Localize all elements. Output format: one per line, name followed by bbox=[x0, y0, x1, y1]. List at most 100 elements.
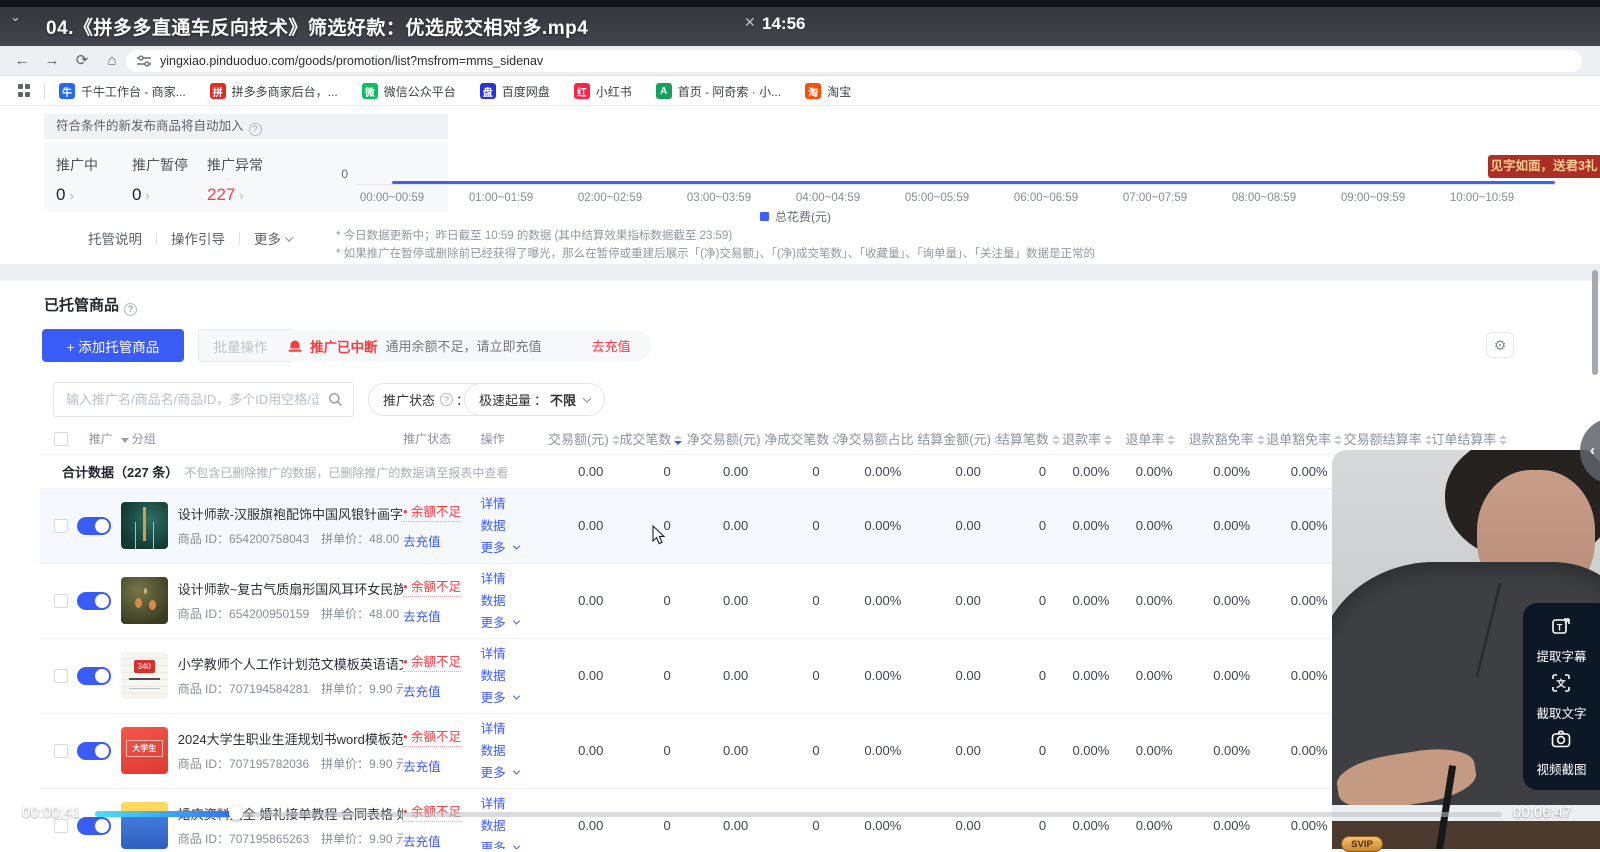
bookmark-item[interactable]: A首页 - 阿奇索 · 小... bbox=[656, 83, 781, 100]
scrollbar-thumb[interactable] bbox=[1592, 270, 1598, 375]
search-input[interactable] bbox=[54, 383, 353, 416]
promotion-toggle[interactable] bbox=[77, 817, 111, 835]
product-thumbnail[interactable] bbox=[121, 802, 168, 849]
recharge-link[interactable]: 去充值 bbox=[403, 681, 481, 700]
row-checkbox[interactable] bbox=[54, 669, 68, 683]
more-link[interactable]: 更多 bbox=[481, 537, 548, 559]
bookmark-item[interactable]: 盘百度网盘 bbox=[480, 83, 550, 100]
quick-link-0[interactable]: 托管说明 bbox=[88, 228, 142, 248]
sort-icon[interactable] bbox=[1257, 435, 1265, 445]
sort-icon[interactable] bbox=[1425, 435, 1432, 445]
product-name[interactable]: 小学教师个人工作计划范文模板英语语文数学... bbox=[178, 654, 403, 673]
row-checkbox[interactable] bbox=[54, 744, 68, 758]
apps-grid-icon[interactable] bbox=[18, 84, 32, 98]
product-name[interactable]: 设计师款-汉服旗袍配饰中国风银针画字耳坠镶...✎ bbox=[178, 504, 403, 523]
data-link[interactable]: 数据 bbox=[481, 815, 548, 837]
product-name[interactable]: 设计师款~复古气质扇形国风耳环女民族风耳饰... bbox=[178, 579, 403, 598]
promotion-toggle[interactable] bbox=[77, 742, 111, 760]
video-progress-handle[interactable] bbox=[229, 806, 243, 820]
stat-value[interactable]: 227› bbox=[207, 185, 263, 205]
metric-header-交易额(元)[interactable]: 交易额(元) bbox=[548, 424, 619, 454]
tool-提取字幕[interactable]: T提取字幕 bbox=[1536, 615, 1586, 665]
bookmark-item[interactable]: 淘淘宝 bbox=[805, 83, 851, 100]
sort-icon[interactable] bbox=[1167, 435, 1175, 445]
more-link[interactable]: 更多 bbox=[481, 837, 548, 849]
video-progress-track[interactable] bbox=[95, 812, 1502, 817]
data-link[interactable]: 数据 bbox=[481, 515, 548, 537]
metric-header-净成交笔数[interactable]: 净成交笔数 bbox=[764, 424, 835, 454]
bookmark-item[interactable]: 微微信公众平台 bbox=[362, 83, 456, 100]
stat-推广异常[interactable]: 推广异常227› bbox=[207, 155, 263, 205]
select-all-checkbox[interactable] bbox=[54, 432, 68, 446]
recharge-link[interactable]: 去充值 bbox=[403, 831, 481, 849]
forward-icon[interactable]: → bbox=[42, 51, 62, 71]
more-link[interactable]: 更多 bbox=[481, 762, 548, 784]
site-controls-icon[interactable] bbox=[137, 55, 151, 67]
reload-icon[interactable]: ⟳ bbox=[72, 51, 92, 71]
product-thumbnail[interactable] bbox=[121, 727, 168, 774]
stat-推广中[interactable]: 推广中0› bbox=[56, 155, 98, 205]
product-thumbnail[interactable] bbox=[121, 502, 168, 549]
metric-header-退单率[interactable]: 退单率 bbox=[1125, 424, 1188, 454]
search-icon[interactable] bbox=[328, 392, 343, 407]
metric-header-净交易额占比[interactable]: 净交易额占比 bbox=[836, 424, 918, 454]
sort-icon[interactable] bbox=[1334, 435, 1342, 445]
add-managed-goods-button[interactable]: + 添加托管商品 bbox=[42, 329, 184, 362]
recharge-link[interactable]: 去充值 bbox=[403, 531, 481, 550]
metric-header-退单豁免率[interactable]: 退单豁免率 bbox=[1266, 424, 1344, 454]
detail-link[interactable]: 详情 bbox=[481, 493, 548, 515]
sort-icon[interactable] bbox=[674, 435, 682, 445]
metric-header-成交笔数[interactable]: 成交笔数 bbox=[619, 424, 686, 454]
help-icon[interactable]: ? bbox=[249, 123, 262, 136]
sort-icon[interactable] bbox=[612, 435, 620, 445]
detail-link[interactable]: 详情 bbox=[481, 643, 548, 665]
chevron-down-icon[interactable]: ⌄ bbox=[10, 9, 21, 25]
more-link[interactable]: 更多 bbox=[481, 612, 548, 634]
row-checkbox[interactable] bbox=[54, 594, 68, 608]
stat-推广暂停[interactable]: 推广暂停0› bbox=[132, 155, 188, 205]
sort-icon[interactable] bbox=[1104, 435, 1112, 445]
stat-value[interactable]: 0› bbox=[132, 185, 188, 205]
filter-speed-boost[interactable]: 极速起量：不限 bbox=[464, 383, 605, 416]
row-checkbox[interactable] bbox=[54, 519, 68, 533]
data-link[interactable]: 数据 bbox=[481, 740, 548, 762]
chart-legend[interactable]: 总花费(元) bbox=[760, 208, 831, 225]
quick-link-1[interactable]: 操作引导 bbox=[171, 228, 225, 248]
promotion-group-header[interactable]: 推广分组 bbox=[77, 424, 403, 454]
tab-close-icon[interactable]: ✕ bbox=[744, 14, 756, 31]
back-icon[interactable]: ← bbox=[12, 51, 32, 71]
product-thumbnail[interactable] bbox=[121, 652, 168, 699]
product-thumbnail[interactable] bbox=[121, 577, 168, 624]
metric-header-退款豁免率[interactable]: 退款豁免率 bbox=[1189, 424, 1267, 454]
data-link[interactable]: 数据 bbox=[481, 665, 548, 687]
metric-header-结算金额(元)[interactable]: 结算金额(元) bbox=[917, 424, 997, 454]
gear-icon[interactable]: ⚙ bbox=[1486, 332, 1514, 358]
promotion-toggle[interactable] bbox=[77, 667, 111, 685]
bookmark-item[interactable]: 红小红书 bbox=[574, 83, 632, 100]
address-bar[interactable]: yingxiao.pinduoduo.com/goods/promotion/l… bbox=[126, 50, 1582, 72]
quick-link-2[interactable]: 更多 bbox=[254, 228, 292, 248]
metric-header-净交易额(元)[interactable]: 净交易额(元) bbox=[687, 424, 765, 454]
filter-funnel-icon[interactable] bbox=[121, 438, 129, 443]
metric-header-退款率[interactable]: 退款率 bbox=[1062, 424, 1125, 454]
stat-value[interactable]: 0› bbox=[56, 185, 98, 205]
promo-banner[interactable]: 见字如面，送君3礼 bbox=[1488, 155, 1600, 178]
more-link[interactable]: 更多 bbox=[481, 687, 548, 709]
bookmark-item[interactable]: 拼拼多多商家后台，... bbox=[210, 83, 338, 100]
tool-截取文字[interactable]: 文截取文字 bbox=[1536, 672, 1586, 722]
product-name[interactable]: 2024大学生职业生涯规划书word模板范文工作... bbox=[178, 729, 403, 748]
metric-header-结算笔数[interactable]: 结算笔数 bbox=[997, 424, 1062, 454]
help-icon[interactable]: ? bbox=[124, 303, 137, 316]
tool-视频截图[interactable]: 视频截图 bbox=[1536, 728, 1586, 778]
promotion-toggle[interactable] bbox=[77, 592, 111, 610]
data-link[interactable]: 数据 bbox=[481, 590, 548, 612]
recharge-link[interactable]: 去充值 bbox=[592, 336, 631, 355]
sort-icon[interactable] bbox=[1499, 435, 1507, 445]
detail-link[interactable]: 详情 bbox=[481, 718, 548, 740]
sort-icon[interactable] bbox=[1052, 435, 1060, 445]
recharge-link[interactable]: 去充值 bbox=[403, 756, 481, 775]
recharge-link[interactable]: 去充值 bbox=[403, 606, 481, 625]
bookmark-item[interactable]: 牛千牛工作台 - 商家... bbox=[59, 83, 186, 100]
home-icon[interactable]: ⌂ bbox=[102, 51, 122, 71]
promotion-toggle[interactable] bbox=[77, 517, 111, 535]
